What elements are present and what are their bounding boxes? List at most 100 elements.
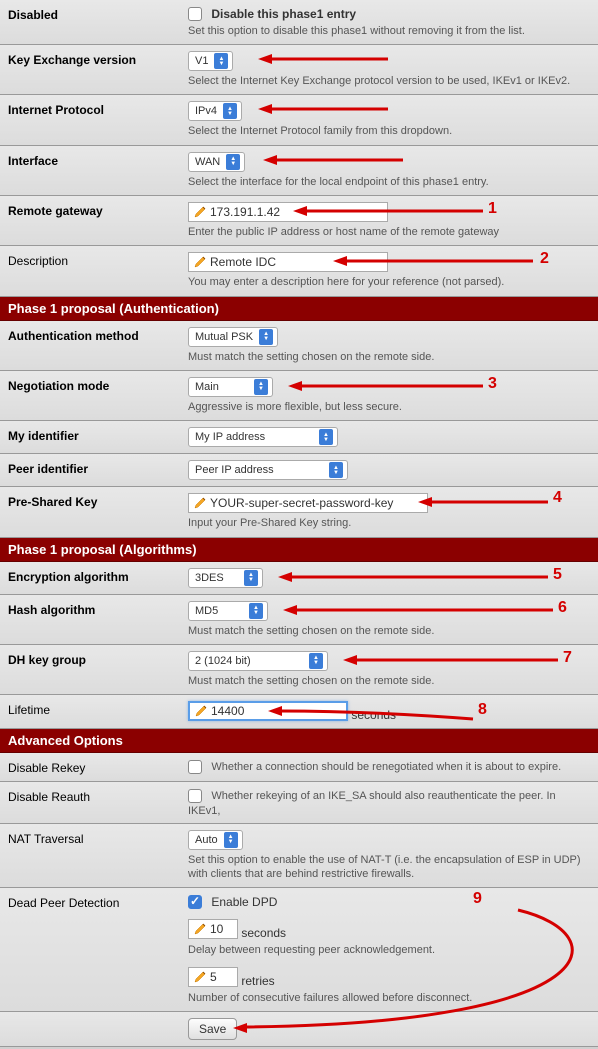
- dpd-label: Dead Peer Detection: [8, 894, 188, 1005]
- nat-label: NAT Traversal: [8, 830, 188, 882]
- my-identifier-select[interactable]: My IP address: [188, 427, 338, 447]
- dpd-seconds-unit: seconds: [241, 926, 286, 940]
- auth-method-label: Authentication method: [8, 327, 188, 364]
- row-disable-rekey: Disable Rekey Whether a connection shoul…: [0, 753, 598, 782]
- psk-help: Input your Pre-Shared Key string.: [188, 516, 590, 530]
- pencil-icon: [193, 205, 207, 219]
- dpd-retries-input[interactable]: 5: [188, 967, 238, 987]
- description-input[interactable]: Remote IDC: [188, 252, 388, 272]
- peer-identifier-label: Peer identifier: [8, 460, 188, 480]
- dropdown-arrow-icon: [244, 570, 258, 586]
- disable-reauth-checkbox[interactable]: [188, 789, 202, 803]
- callout-8: 8: [478, 701, 487, 719]
- encryption-select[interactable]: 3DES: [188, 568, 263, 588]
- remote-gateway-label: Remote gateway: [8, 202, 188, 239]
- callout-3: 3: [488, 375, 497, 393]
- interface-label: Interface: [8, 152, 188, 189]
- interface-help: Select the interface for the local endpo…: [188, 175, 590, 189]
- disable-rekey-help: Whether a connection should be renegotia…: [211, 761, 561, 773]
- pencil-icon: [193, 255, 207, 269]
- dropdown-arrow-icon: [224, 832, 238, 848]
- dh-label: DH key group: [8, 651, 188, 688]
- dropdown-arrow-icon: [259, 329, 273, 345]
- callout-7: 7: [563, 649, 572, 667]
- internet-protocol-help: Select the Internet Protocol family from…: [188, 124, 590, 138]
- row-save: Save: [0, 1012, 598, 1047]
- dropdown-arrow-icon: [254, 379, 268, 395]
- dpd-seconds-input[interactable]: 10: [188, 919, 238, 939]
- dropdown-arrow-icon: [329, 462, 343, 478]
- callout-9: 9: [473, 890, 482, 908]
- dpd-checkbox-label: Enable DPD: [211, 895, 277, 909]
- lifetime-label: Lifetime: [8, 701, 188, 722]
- negotiation-label: Negotiation mode: [8, 377, 188, 414]
- disable-rekey-label: Disable Rekey: [8, 759, 188, 775]
- key-exchange-select[interactable]: V1: [188, 51, 233, 71]
- dropdown-arrow-icon: [226, 154, 240, 170]
- hash-select[interactable]: MD5: [188, 601, 268, 621]
- pencil-icon: [193, 970, 207, 984]
- description-label: Description: [8, 252, 188, 289]
- dh-select[interactable]: 2 (1024 bit): [188, 651, 328, 671]
- disable-rekey-checkbox[interactable]: [188, 760, 202, 774]
- auth-method-help: Must match the setting chosen on the rem…: [188, 350, 590, 364]
- internet-protocol-label: Internet Protocol: [8, 101, 188, 138]
- dropdown-arrow-icon: [309, 653, 323, 669]
- peer-identifier-select[interactable]: Peer IP address: [188, 460, 348, 480]
- row-lifetime: Lifetime 14400 seconds 8: [0, 695, 598, 729]
- row-preshared-key: Pre-Shared Key YOUR-super-secret-passwor…: [0, 487, 598, 537]
- dpd-checkbox[interactable]: [188, 895, 202, 909]
- key-exchange-help: Select the Internet Key Exchange protoco…: [188, 74, 590, 88]
- pencil-icon: [194, 704, 208, 718]
- section-adv-header: Advanced Options: [0, 729, 598, 753]
- row-auth-method: Authentication method Mutual PSK Must ma…: [0, 321, 598, 371]
- row-encryption: Encryption algorithm 3DES 5: [0, 562, 598, 595]
- hash-label: Hash algorithm: [8, 601, 188, 638]
- disable-reauth-label: Disable Reauth: [8, 788, 188, 817]
- nat-help: Set this option to enable the use of NAT…: [188, 853, 590, 882]
- row-disabled: Disabled Disable this phase1 entry Set t…: [0, 0, 598, 45]
- interface-select[interactable]: WAN: [188, 152, 245, 172]
- auth-method-select[interactable]: Mutual PSK: [188, 327, 278, 347]
- internet-protocol-select[interactable]: IPv4: [188, 101, 242, 121]
- callout-6: 6: [558, 599, 567, 617]
- psk-input[interactable]: YOUR-super-secret-password-key: [188, 493, 428, 513]
- row-dh: DH key group 2 (1024 bit) 7 Must match t…: [0, 645, 598, 695]
- negotiation-help: Aggressive is more flexible, but less se…: [188, 400, 590, 414]
- row-hash: Hash algorithm MD5 6 Must match the sett…: [0, 595, 598, 645]
- remote-gateway-input[interactable]: 173.191.1.42: [188, 202, 388, 222]
- disable-reauth-help: Whether rekeying of an IKE_SA should als…: [188, 790, 556, 817]
- save-button[interactable]: Save: [188, 1018, 237, 1040]
- dpd-retries-unit: retries: [241, 974, 274, 988]
- dpd-seconds-help: Delay between requesting peer acknowledg…: [188, 943, 590, 957]
- lifetime-unit: seconds: [351, 708, 396, 722]
- section-algo-header: Phase 1 proposal (Algorithms): [0, 538, 598, 562]
- row-negotiation-mode: Negotiation mode Main 3 Aggressive is mo…: [0, 371, 598, 421]
- disabled-label: Disabled: [8, 6, 188, 38]
- row-internet-protocol: Internet Protocol IPv4 Select the Intern…: [0, 95, 598, 145]
- lifetime-input[interactable]: 14400: [188, 701, 348, 721]
- row-disable-reauth: Disable Reauth Whether rekeying of an IK…: [0, 782, 598, 824]
- remote-gateway-help: Enter the public IP address or host name…: [188, 225, 590, 239]
- row-key-exchange: Key Exchange version V1 Select the Inter…: [0, 45, 598, 95]
- negotiation-select[interactable]: Main: [188, 377, 273, 397]
- disabled-checkbox-label: Disable this phase1 entry: [211, 7, 356, 21]
- pencil-icon: [193, 922, 207, 936]
- callout-2: 2: [540, 250, 549, 268]
- psk-label: Pre-Shared Key: [8, 493, 188, 530]
- nat-select[interactable]: Auto: [188, 830, 243, 850]
- callout-4: 4: [553, 489, 562, 507]
- disabled-checkbox[interactable]: [188, 7, 202, 21]
- row-nat: NAT Traversal Auto Set this option to en…: [0, 824, 598, 889]
- dpd-retries-help: Number of consecutive failures allowed b…: [188, 991, 590, 1005]
- dropdown-arrow-icon: [319, 429, 333, 445]
- section-auth-header: Phase 1 proposal (Authentication): [0, 297, 598, 321]
- my-identifier-label: My identifier: [8, 427, 188, 447]
- row-peer-identifier: Peer identifier Peer IP address: [0, 454, 598, 487]
- dropdown-arrow-icon: [223, 103, 237, 119]
- row-dpd: Dead Peer Detection Enable DPD 9 10 seco…: [0, 888, 598, 1012]
- disabled-help: Set this option to disable this phase1 w…: [188, 24, 590, 38]
- pencil-icon: [193, 496, 207, 510]
- callout-1: 1: [488, 200, 497, 218]
- dh-help: Must match the setting chosen on the rem…: [188, 674, 590, 688]
